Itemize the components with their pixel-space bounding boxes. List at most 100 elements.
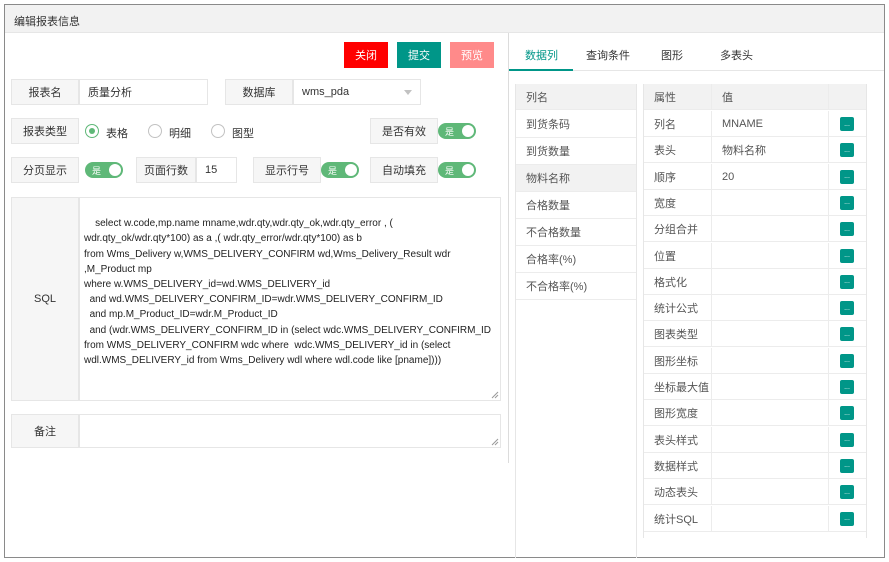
property-row: 统计SQL... bbox=[644, 505, 866, 532]
remark-label: 备注 bbox=[11, 414, 79, 448]
report-name-input[interactable]: 质量分析 bbox=[79, 79, 208, 105]
property-edit-button[interactable]: ... bbox=[840, 143, 854, 158]
property-attr: 位置 bbox=[644, 242, 712, 269]
property-edit-button[interactable]: ... bbox=[840, 458, 854, 473]
property-row: 图形宽度... bbox=[644, 400, 866, 427]
property-edit-button[interactable]: ... bbox=[840, 327, 854, 342]
radio-detail[interactable] bbox=[148, 124, 162, 138]
property-attr: 列名 bbox=[644, 111, 712, 137]
database-select-value: wms_pda bbox=[302, 86, 350, 98]
property-value[interactable] bbox=[712, 216, 829, 243]
property-edit-button[interactable]: ... bbox=[840, 432, 854, 447]
property-value[interactable] bbox=[712, 189, 829, 216]
property-edit-button[interactable]: ... bbox=[840, 353, 854, 368]
property-value[interactable]: MNAME bbox=[712, 111, 829, 137]
page-rows-label: 页面行数 bbox=[136, 157, 196, 183]
radio-table-label: 表格 bbox=[106, 128, 128, 140]
page-rows-input[interactable]: 15 bbox=[196, 157, 237, 183]
radio-table[interactable] bbox=[85, 124, 99, 138]
column-list-item[interactable]: 到货条码 bbox=[516, 111, 636, 138]
close-button[interactable]: 关闭 bbox=[344, 42, 388, 68]
property-edit-button[interactable]: ... bbox=[840, 406, 854, 421]
sql-textarea[interactable]: select w.code,mp.name mname,wdr.qty,wdr.… bbox=[79, 197, 501, 401]
resize-handle-icon[interactable] bbox=[491, 438, 499, 446]
property-row: 数据样式... bbox=[644, 452, 866, 479]
property-row: 列名 MNAME... bbox=[644, 111, 866, 137]
property-row: 格式化... bbox=[644, 268, 866, 295]
column-list-item[interactable]: 不合格数量 bbox=[516, 219, 636, 246]
property-row: 坐标最大值... bbox=[644, 374, 866, 400]
property-edit-button[interactable]: ... bbox=[840, 222, 854, 237]
chevron-down-icon bbox=[404, 90, 412, 95]
property-row: 动态表头... bbox=[644, 479, 866, 506]
preview-button[interactable]: 预览 bbox=[450, 42, 494, 68]
sql-text: select w.code,mp.name mname,wdr.qty,wdr.… bbox=[84, 218, 491, 367]
property-edit-button[interactable]: ... bbox=[840, 511, 854, 526]
property-row: 宽度... bbox=[644, 189, 866, 216]
property-edit-button[interactable]: ... bbox=[840, 301, 854, 316]
property-header-value: 值 bbox=[712, 84, 829, 110]
property-edit-button[interactable]: ... bbox=[840, 169, 854, 184]
switch-knob bbox=[462, 125, 474, 137]
property-row: 表头样式... bbox=[644, 426, 866, 453]
property-edit-button[interactable]: ... bbox=[840, 485, 854, 500]
tab-query-conditions[interactable]: 查询条件 bbox=[586, 47, 630, 63]
autofill-switch-text: 是 bbox=[445, 166, 455, 176]
property-value[interactable] bbox=[712, 321, 829, 348]
property-attr: 格式化 bbox=[644, 268, 712, 295]
property-edit-button[interactable]: ... bbox=[840, 248, 854, 263]
property-value[interactable] bbox=[712, 242, 829, 269]
property-grid-header: 属性 值 bbox=[644, 84, 866, 110]
property-row: 统计公式... bbox=[644, 295, 866, 322]
autofill-switch[interactable]: 是 bbox=[438, 162, 476, 178]
column-list-header: 列名 bbox=[516, 84, 636, 110]
property-value[interactable]: 20 bbox=[712, 163, 829, 190]
show-rownum-switch[interactable]: 是 bbox=[321, 162, 359, 178]
property-value[interactable] bbox=[712, 374, 829, 400]
submit-button[interactable]: 提交 bbox=[397, 42, 441, 68]
switch-knob bbox=[109, 164, 121, 176]
property-row: 顺序 20... bbox=[644, 163, 866, 190]
property-edit-button[interactable]: ... bbox=[840, 195, 854, 210]
property-row: 位置... bbox=[644, 242, 866, 269]
property-edit-button[interactable]: ... bbox=[840, 117, 854, 131]
property-edit-button[interactable]: ... bbox=[840, 380, 854, 394]
radio-detail-label: 明细 bbox=[169, 128, 191, 140]
property-value[interactable] bbox=[712, 452, 829, 479]
database-select[interactable]: wms_pda bbox=[293, 79, 421, 105]
property-value[interactable] bbox=[712, 505, 829, 532]
column-list-item-selected[interactable]: 物料名称 bbox=[516, 165, 636, 192]
property-attr: 图表类型 bbox=[644, 321, 712, 348]
switch-knob bbox=[345, 164, 357, 176]
tab-chart[interactable]: 图形 bbox=[661, 47, 683, 63]
show-rownum-label: 显示行号 bbox=[253, 157, 321, 183]
column-list-item[interactable]: 不合格率(%) bbox=[516, 273, 636, 300]
property-value[interactable] bbox=[712, 295, 829, 322]
property-edit-button[interactable]: ... bbox=[840, 274, 854, 289]
tab-multi-header[interactable]: 多表头 bbox=[720, 47, 753, 63]
paging-switch[interactable]: 是 bbox=[85, 162, 123, 178]
remark-textarea[interactable] bbox=[79, 414, 501, 448]
window-titlebar: 编辑报表信息 bbox=[5, 5, 884, 33]
show-rownum-switch-text: 是 bbox=[328, 166, 338, 176]
is-valid-switch[interactable]: 是 bbox=[438, 123, 476, 139]
property-value[interactable] bbox=[712, 400, 829, 427]
property-value[interactable]: 物料名称 bbox=[712, 137, 829, 164]
property-value[interactable] bbox=[712, 426, 829, 453]
radio-chart[interactable] bbox=[211, 124, 225, 138]
property-value[interactable] bbox=[712, 479, 829, 506]
property-value[interactable] bbox=[712, 347, 829, 374]
property-value[interactable] bbox=[712, 268, 829, 295]
column-list-item[interactable]: 到货数量 bbox=[516, 138, 636, 165]
property-attr: 顺序 bbox=[644, 163, 712, 190]
is-valid-switch-text: 是 bbox=[445, 127, 455, 137]
resize-handle-icon[interactable] bbox=[491, 391, 499, 399]
window-title: 编辑报表信息 bbox=[14, 16, 80, 28]
tab-active-indicator bbox=[509, 69, 573, 71]
column-list-item[interactable]: 合格数量 bbox=[516, 192, 636, 219]
property-attr: 表头 bbox=[644, 137, 712, 164]
property-row: 表头 物料名称... bbox=[644, 137, 866, 164]
tab-data-columns[interactable]: 数据列 bbox=[525, 47, 558, 63]
column-list-item[interactable]: 合格率(%) bbox=[516, 246, 636, 273]
property-attr: 坐标最大值 bbox=[644, 374, 712, 400]
